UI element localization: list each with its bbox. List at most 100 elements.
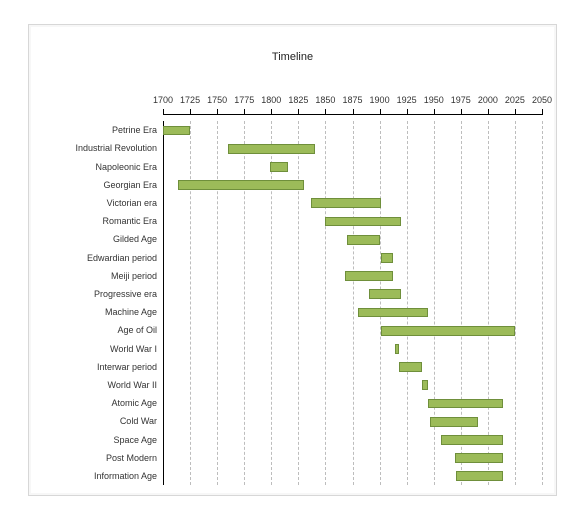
x-tick-label: 1900: [370, 95, 390, 105]
y-axis-labels: Petrine EraIndustrial RevolutionNapoleon…: [43, 121, 163, 485]
bar-row: [163, 267, 542, 285]
range-bar: [381, 326, 515, 336]
y-axis-label: Gilded Age: [43, 230, 163, 248]
bar-row: [163, 139, 542, 157]
range-bar: [325, 217, 401, 227]
chart-frame: Timeline 1700 1725 1750 1775 1800 1825 1850 187…: [28, 24, 557, 496]
y-axis-label: Victorian era: [43, 194, 163, 212]
range-bar: [430, 417, 478, 427]
y-axis-label: Industrial Revolution: [43, 139, 163, 157]
x-tick: [542, 109, 543, 115]
y-axis-label: Age of Oil: [43, 321, 163, 339]
range-bar: [399, 362, 422, 372]
y-axis-label: Information Age: [43, 467, 163, 485]
x-tick-label: 2050: [532, 95, 552, 105]
x-tick-label: 1850: [315, 95, 335, 105]
range-bar: [228, 144, 315, 154]
range-bar: [428, 399, 503, 409]
bar-row: [163, 176, 542, 194]
y-axis-label: Progressive era: [43, 285, 163, 303]
x-tick-label: 1975: [451, 95, 471, 105]
x-axis-labels: 1700 1725 1750 1775 1800 1825 1850 1875 1900 1925…: [43, 95, 542, 111]
range-bar: [456, 471, 503, 481]
y-axis-label: Cold War: [43, 412, 163, 430]
bar-row: [163, 303, 542, 321]
chart-title-container: Timeline: [43, 39, 542, 71]
bar-row: [163, 194, 542, 212]
x-tick: [353, 109, 354, 115]
bar-row: [163, 248, 542, 266]
range-bar: [441, 435, 503, 445]
range-bar: [163, 126, 190, 136]
range-bar: [395, 344, 399, 354]
page: Timeline 1700 1725 1750 1775 1800 1825 1850 187…: [0, 0, 585, 520]
x-tick-label: 2025: [505, 95, 525, 105]
x-tick-label: 2000: [478, 95, 498, 105]
range-bar: [455, 453, 503, 463]
bar-row: [163, 467, 542, 485]
y-axis-label: Romantic Era: [43, 212, 163, 230]
range-bar: [422, 380, 428, 390]
range-bar: [311, 198, 380, 208]
bar-row: [163, 339, 542, 357]
range-bar: [369, 289, 401, 299]
y-axis-label: Meiji period: [43, 267, 163, 285]
y-axis-label: World War I: [43, 339, 163, 357]
bar-row: [163, 412, 542, 430]
x-tick-label: 1750: [207, 95, 227, 105]
x-tick: [461, 109, 462, 115]
bar-row: [163, 157, 542, 175]
x-tick-label: 1700: [153, 95, 173, 105]
gridline: [542, 121, 543, 485]
x-tick-label: 1875: [342, 95, 362, 105]
range-bar: [270, 162, 287, 172]
y-axis-label: Machine Age: [43, 303, 163, 321]
x-tick: [407, 109, 408, 115]
range-bar: [358, 308, 428, 318]
x-tick: [190, 109, 191, 115]
y-axis-label: Atomic Age: [43, 394, 163, 412]
bar-row: [163, 285, 542, 303]
x-tick-label: 1950: [424, 95, 444, 105]
bar-row: [163, 358, 542, 376]
y-axis-label: Space Age: [43, 430, 163, 448]
y-axis-label: World War II: [43, 376, 163, 394]
bar-row: [163, 394, 542, 412]
y-axis-label: Petrine Era: [43, 121, 163, 139]
x-tick: [380, 109, 381, 115]
bar-row: [163, 230, 542, 248]
x-tick: [298, 109, 299, 115]
y-axis-label: Post Modern: [43, 449, 163, 467]
bar-row: [163, 430, 542, 448]
range-bar: [381, 253, 393, 263]
x-tick: [217, 109, 218, 115]
y-axis-label: Edwardian period: [43, 248, 163, 266]
bar-row: [163, 376, 542, 394]
x-tick-label: 1825: [288, 95, 308, 105]
bar-row: [163, 212, 542, 230]
x-tick-label: 1725: [180, 95, 200, 105]
chart-title: Timeline: [43, 39, 542, 63]
y-axis-label: Interwar period: [43, 358, 163, 376]
plot-area: [163, 121, 542, 485]
range-bar: [345, 271, 393, 281]
y-axis-label: Georgian Era: [43, 176, 163, 194]
x-tick: [244, 109, 245, 115]
bar-rows: [163, 121, 542, 485]
chart-area: 1700 1725 1750 1775 1800 1825 1850 1875 1900 1925…: [43, 71, 542, 485]
x-tick: [163, 109, 164, 115]
bar-row: [163, 321, 542, 339]
x-tick: [488, 109, 489, 115]
x-tick: [325, 109, 326, 115]
x-tick-label: 1775: [234, 95, 254, 105]
y-axis-label: Napoleonic Era: [43, 157, 163, 175]
x-tick: [434, 109, 435, 115]
x-tick-label: 1800: [261, 95, 281, 105]
range-bar: [347, 235, 379, 245]
x-tick-label: 1925: [397, 95, 417, 105]
range-bar: [178, 180, 304, 190]
chart-body: Petrine EraIndustrial RevolutionNapoleon…: [43, 117, 542, 485]
bar-row: [163, 121, 542, 139]
bar-row: [163, 449, 542, 467]
x-tick: [515, 109, 516, 115]
